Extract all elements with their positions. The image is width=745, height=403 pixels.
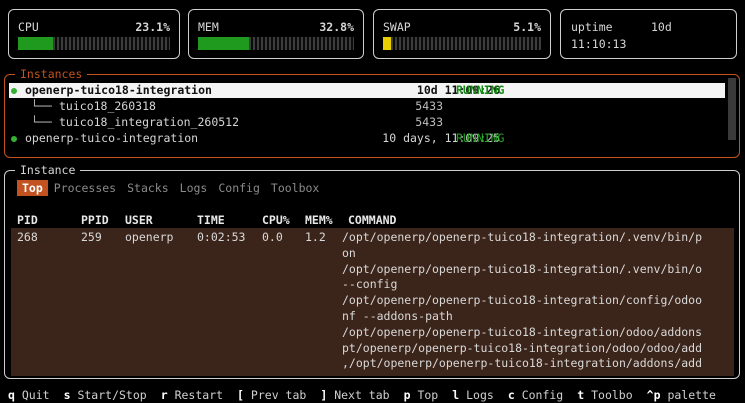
column-header-pid: PID (17, 213, 38, 227)
command-line: nf --addons-path (342, 309, 453, 323)
key-hint-label: Top (417, 388, 439, 402)
key-hint-label: Config (521, 388, 564, 402)
database-pid: 5433 (415, 115, 443, 129)
database-pid: 5433 (415, 99, 443, 113)
key-hint-key[interactable]: l (452, 388, 459, 402)
key-hint-label: Next tab (334, 388, 390, 402)
instances-panel: Instances openerp-tuico18-integration 10… (4, 67, 740, 158)
mem-meter-fill (198, 37, 250, 50)
process-table: PID PPID USER TIME CPU% MEM% COMMAND 268… (11, 209, 734, 376)
instance-panel: Instance Top Processes Stacks Logs Config Too… (4, 163, 740, 379)
instance-name: openerp-tuico-integration (25, 131, 199, 145)
command-line: /opt/openerp/openerp-tuico18-integration… (342, 261, 703, 276)
swap-meter-fill (383, 37, 392, 50)
cpu-panel: CPU 23.1% (8, 9, 180, 59)
mem-meter (198, 37, 354, 50)
column-header-ppid: PPID (81, 213, 109, 227)
row-cpu: 0.0 (262, 230, 283, 244)
cpu-meter (18, 37, 170, 50)
instance-status: RUNNING (456, 131, 505, 145)
key-hint-label: palette (667, 388, 716, 402)
key-hints-bar: q Quit s Start/Stop r Restart [ Prev tab] N… (8, 388, 730, 402)
instance-row[interactable]: openerp-tuico-integration 10 days, 11:09… (9, 131, 725, 146)
instance-status: RUNNING (456, 83, 505, 97)
tab-stacks[interactable]: Stacks (122, 180, 174, 196)
tab-logs[interactable]: Logs (175, 180, 213, 196)
key-hint-label: Quit (21, 388, 50, 402)
command-line: pt/openerp/openerp-tuico18-integration/o… (342, 340, 703, 355)
key-hint-key[interactable]: p (404, 388, 411, 402)
database-row[interactable]: └── tuico18_integration_260512 5433 (9, 115, 725, 130)
cpu-value: 23.1% (135, 20, 170, 34)
command-line: ,/opt/openerp/openerp-tuico18-integratio… (342, 356, 703, 371)
mem-value: 32.8% (319, 20, 354, 34)
column-header-mem: MEM% (305, 213, 333, 227)
row-mem: 1.2 (305, 230, 326, 244)
tab-toolbox[interactable]: Toolbox (266, 180, 324, 196)
tab-bar: Top Processes Stacks Logs Config Toolbox (17, 180, 325, 196)
database-row[interactable]: └── tuico18_260318 5433 (9, 99, 725, 114)
running-dot-icon (11, 88, 17, 94)
swap-meter (383, 37, 541, 50)
tab-processes[interactable]: Processes (49, 180, 121, 196)
database-name: tuico18_260318 (59, 99, 156, 113)
key-hint-key[interactable]: q (8, 388, 15, 402)
mem-label: MEM (198, 20, 219, 34)
tab-config[interactable]: Config (213, 180, 265, 196)
key-hint-key[interactable]: r (161, 388, 168, 402)
key-hint-label: Prev tab (250, 388, 307, 402)
swap-label: SWAP (383, 20, 411, 34)
swap-value: 5.1% (513, 20, 541, 34)
key-hint-label: Toolbo (591, 388, 633, 402)
uptime-days: 10d (651, 20, 672, 34)
command-line: on (342, 245, 356, 260)
table-row[interactable]: 268 259 openerp 0:02:53 0.0 1.2 /opt/ope… (11, 228, 734, 376)
row-pid: 268 (17, 230, 38, 244)
key-hint-label: Restart (174, 388, 224, 402)
instances-title: Instances (15, 67, 88, 81)
row-time: 0:02:53 (197, 230, 246, 244)
key-hint-key[interactable]: ^p (647, 388, 661, 402)
uptime-time: 11:10:13 (571, 37, 627, 51)
key-hint-key[interactable]: s (64, 388, 71, 402)
database-name: tuico18_integration_260512 (59, 115, 240, 129)
tree-branch: └── (31, 115, 52, 129)
column-header-command: COMMAND (348, 213, 397, 227)
key-hint-key[interactable]: [ (237, 388, 244, 402)
mem-panel: MEM 32.8% (188, 9, 364, 59)
column-header-cpu: CPU% (262, 213, 290, 227)
cpu-label: CPU (18, 20, 39, 34)
key-hint-label: Start/Stop (77, 388, 147, 402)
instances-scrollbar[interactable] (728, 78, 736, 140)
key-hint-key[interactable]: c (508, 388, 515, 402)
command-line: /opt/openerp/openerp-tuico18-integration… (342, 293, 703, 308)
running-dot-icon (11, 136, 17, 142)
command-line: --config (342, 277, 398, 292)
command-line: /opt/openerp/openerp-tuico18-integration… (342, 324, 703, 339)
uptime-label: uptime (571, 20, 613, 34)
key-hint-label: Logs (466, 388, 494, 402)
column-header-time: TIME (197, 213, 225, 227)
tree-branch: └── (31, 99, 52, 113)
swap-panel: SWAP 5.1% (373, 9, 551, 59)
instance-title: Instance (15, 163, 81, 177)
column-header-user: USER (125, 213, 153, 227)
command-line: /opt/openerp/openerp-tuico18-integration… (342, 230, 703, 244)
key-hint-key[interactable]: ] (320, 388, 327, 402)
uptime-panel: uptime 10d 11:10:13 (560, 9, 737, 59)
key-hint-key[interactable]: t (577, 388, 584, 402)
cpu-meter-fill (18, 37, 54, 50)
row-ppid: 259 (81, 230, 102, 244)
row-user: openerp (125, 230, 174, 244)
tab-top[interactable]: Top (17, 180, 48, 196)
instance-name: openerp-tuico18-integration (25, 83, 212, 97)
instance-row[interactable]: openerp-tuico18-integration 10d 11:09:26… (9, 83, 725, 98)
